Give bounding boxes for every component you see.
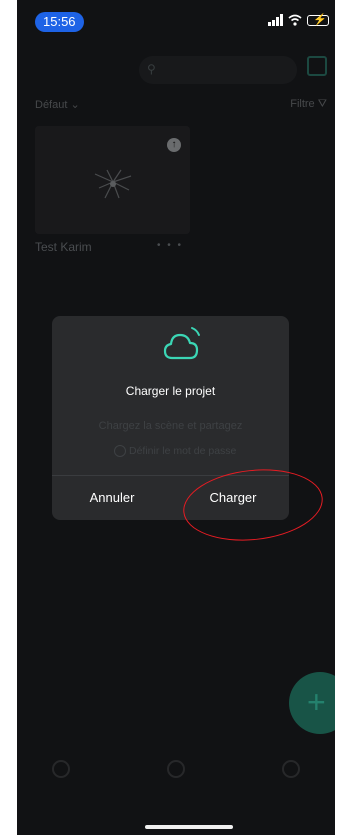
nav-item-discover[interactable]	[146, 760, 206, 784]
project-card[interactable]: ↑	[35, 126, 190, 234]
profile-icon	[282, 760, 300, 778]
plus-icon: +	[307, 684, 326, 720]
home-icon	[52, 760, 70, 778]
radio-button[interactable]	[114, 445, 126, 457]
bottom-nav	[17, 760, 335, 805]
nav-item-home[interactable]	[31, 760, 91, 784]
filter-button[interactable]: Filtre ⛛	[290, 98, 327, 111]
search-icon: ⚲	[147, 62, 156, 76]
wifi-icon	[288, 14, 302, 26]
home-indicator	[145, 825, 233, 829]
sort-dropdown[interactable]: Défaut ⌄	[35, 98, 80, 111]
discover-icon	[167, 760, 185, 778]
signal-icon	[268, 14, 283, 26]
dialog-message: Chargez la scène et partagez	[98, 420, 243, 432]
nav-item-profile[interactable]	[261, 760, 321, 784]
search-input[interactable]: ⚲	[139, 56, 297, 84]
cloud-icon	[163, 327, 200, 360]
scan-icon[interactable]	[307, 56, 327, 76]
upload-icon[interactable]: ↑	[167, 138, 181, 152]
status-time: 15:56	[35, 12, 84, 32]
battery-icon: ⚡	[307, 14, 329, 26]
password-option[interactable]: Définir le mot de passe	[114, 442, 236, 460]
cancel-button[interactable]: Annuler	[62, 476, 162, 520]
status-bar: 15:56 ⚡	[17, 0, 335, 40]
chevron-down-icon: ⌄	[70, 99, 80, 111]
status-icons: ⚡	[268, 14, 329, 26]
project-name: Test Karim	[35, 240, 92, 254]
app-screen: 15:56 ⚡ ⚲ Défaut ⌄ Filtre ⛛ ↑ Test Karim…	[17, 0, 335, 835]
more-options-icon[interactable]: • • •	[157, 240, 183, 251]
filter-icon: ⛛	[317, 98, 327, 110]
filter-row: Défaut ⌄ Filtre ⛛	[17, 98, 335, 118]
password-option-label: Définir le mot de passe	[129, 445, 237, 457]
dialog-title: Charger le projet	[125, 384, 216, 398]
app-header: ⚲	[17, 52, 335, 88]
